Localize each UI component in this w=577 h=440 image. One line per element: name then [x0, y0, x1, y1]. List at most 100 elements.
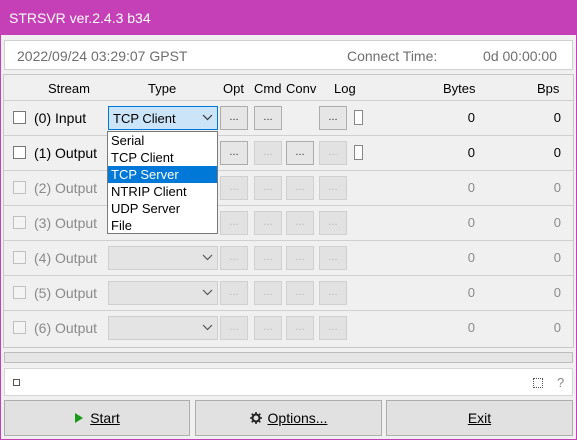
stream-row-1: (1) Output ... ... ... ... 0 0 [4, 135, 573, 170]
stream-6-bps: 0 [553, 320, 561, 335]
options-button[interactable]: Options... [195, 400, 382, 436]
stream-3-cmd-button[interactable]: ... [254, 211, 282, 235]
trace-icon[interactable] [533, 378, 543, 388]
header-stream: Stream [48, 81, 90, 96]
stream-row-5: (5) Output ... ... ... ... 0 0 [4, 275, 573, 310]
stream-2-conv-button[interactable]: ... [286, 176, 314, 200]
progress-bar [4, 352, 573, 363]
stream-3-bps: 0 [553, 215, 561, 230]
stream-6-cmd-button[interactable]: ... [254, 316, 282, 340]
stream-1-conv-button[interactable]: ... [286, 141, 314, 165]
window-title: STRSVR ver.2.4.3 b34 [9, 9, 151, 26]
stream-1-checkbox[interactable] [13, 146, 26, 159]
start-label: Start [90, 410, 120, 426]
stream-0-checkbox[interactable] [13, 111, 26, 124]
chevron-down-icon [202, 254, 213, 261]
stream-1-cmd-button[interactable]: ... [254, 141, 282, 165]
stream-6-label: (6) Output [34, 320, 98, 336]
stream-1-log-button[interactable]: ... [319, 141, 347, 165]
stream-2-log-button[interactable]: ... [319, 176, 347, 200]
stream-row-4: (4) Output ... ... ... ... 0 0 [4, 240, 573, 275]
stream-6-type-select[interactable] [108, 316, 218, 340]
stream-4-log-button[interactable]: ... [319, 246, 347, 270]
start-button[interactable]: Start [4, 400, 190, 436]
header-bytes: Bytes [443, 81, 476, 96]
stream-0-opt-button[interactable]: ... [220, 106, 248, 130]
connect-time-label: Connect Time: [347, 48, 438, 64]
stream-5-type-select[interactable] [108, 281, 218, 305]
dropdown-option-serial[interactable]: Serial [108, 132, 217, 149]
stream-0-log-button[interactable]: ... [319, 106, 347, 130]
exit-button[interactable]: Exit [386, 400, 573, 436]
stream-0-type-value: TCP Client [113, 111, 176, 126]
stream-5-bps: 0 [553, 285, 561, 300]
type-dropdown-list: Serial TCP Client TCP Server NTRIP Clien… [107, 131, 218, 234]
stream-1-bytes: 0 [467, 145, 475, 160]
stream-6-conv-button[interactable]: ... [286, 316, 314, 340]
stream-4-checkbox[interactable] [13, 251, 26, 264]
stream-5-opt-button[interactable]: ... [220, 281, 248, 305]
stream-row-0: (0) Input TCP Client ... ... ... 0 0 [4, 100, 573, 135]
stream-1-bps: 0 [553, 145, 561, 160]
stream-3-label: (3) Output [34, 215, 98, 231]
connect-time-value: 0d 00:00:00 [483, 48, 557, 64]
exit-label: Exit [467, 410, 492, 426]
stream-4-type-select[interactable] [108, 246, 218, 270]
gpst-time: 2022/09/24 03:29:07 GPST [17, 48, 188, 64]
header-cmd: Cmd [254, 81, 282, 96]
gear-icon [249, 412, 262, 424]
stream-row-6: (6) Output ... ... ... ... 0 0 [4, 310, 573, 345]
time-bar: 2022/09/24 03:29:07 GPST Connect Time: 0… [4, 40, 573, 70]
stream-3-bytes: 0 [467, 215, 475, 230]
stream-0-label: (0) Input [34, 110, 87, 126]
dropdown-option-file[interactable]: File [108, 217, 217, 234]
stream-6-log-button[interactable]: ... [319, 316, 347, 340]
stream-3-checkbox[interactable] [13, 216, 26, 229]
stream-3-opt-button[interactable]: ... [220, 211, 248, 235]
chevron-down-icon [202, 324, 213, 331]
stream-2-bytes: 0 [467, 180, 475, 195]
chevron-down-icon [202, 114, 213, 121]
dropdown-option-udp-server[interactable]: UDP Server [108, 200, 217, 217]
stream-5-cmd-button[interactable]: ... [254, 281, 282, 305]
stream-2-opt-button[interactable]: ... [220, 176, 248, 200]
dropdown-option-tcp-client[interactable]: TCP Client [108, 149, 217, 166]
stream-3-conv-button[interactable]: ... [286, 211, 314, 235]
stream-4-conv-button[interactable]: ... [286, 246, 314, 270]
stream-5-conv-button[interactable]: ... [286, 281, 314, 305]
stream-0-type-select[interactable]: TCP Client [108, 106, 218, 130]
play-icon [75, 413, 84, 423]
stream-5-bytes: 0 [467, 285, 475, 300]
stream-table: Stream Type Opt Cmd Conv Log Bytes Bps (… [3, 74, 574, 348]
stream-0-log-checkbox[interactable] [354, 110, 363, 125]
chevron-down-icon [202, 289, 213, 296]
stream-0-cmd-button[interactable]: ... [254, 106, 282, 130]
stream-4-opt-button[interactable]: ... [220, 246, 248, 270]
dropdown-option-ntrip-client[interactable]: NTRIP Client [108, 183, 217, 200]
stream-5-checkbox[interactable] [13, 286, 26, 299]
stream-4-cmd-button[interactable]: ... [254, 246, 282, 270]
stream-2-label: (2) Output [34, 180, 98, 196]
options-label: Options... [267, 410, 328, 426]
help-icon[interactable]: ? [557, 375, 564, 390]
stream-4-label: (4) Output [34, 250, 98, 266]
stream-2-cmd-button[interactable]: ... [254, 176, 282, 200]
stream-1-opt-button[interactable]: ... [220, 141, 248, 165]
stream-6-opt-button[interactable]: ... [220, 316, 248, 340]
stream-0-bytes: 0 [467, 110, 475, 125]
title-bar: STRSVR ver.2.4.3 b34 [0, 0, 577, 35]
stream-row-2: (2) Output ... ... ... ... 0 0 [4, 170, 573, 205]
stream-1-log-checkbox[interactable] [354, 145, 363, 160]
stream-2-checkbox[interactable] [13, 181, 26, 194]
stream-6-checkbox[interactable] [13, 321, 26, 334]
header-type: Type [148, 81, 177, 96]
header-log: Log [334, 81, 356, 96]
stream-5-log-button[interactable]: ... [319, 281, 347, 305]
stream-2-bps: 0 [553, 180, 561, 195]
header-conv: Conv [286, 81, 317, 96]
dropdown-option-tcp-server[interactable]: TCP Server [108, 166, 217, 183]
stream-6-bytes: 0 [467, 320, 475, 335]
stream-row-3: (3) Output ... ... ... ... 0 0 [4, 205, 573, 240]
status-indicator-icon [13, 379, 20, 386]
stream-3-log-button[interactable]: ... [319, 211, 347, 235]
